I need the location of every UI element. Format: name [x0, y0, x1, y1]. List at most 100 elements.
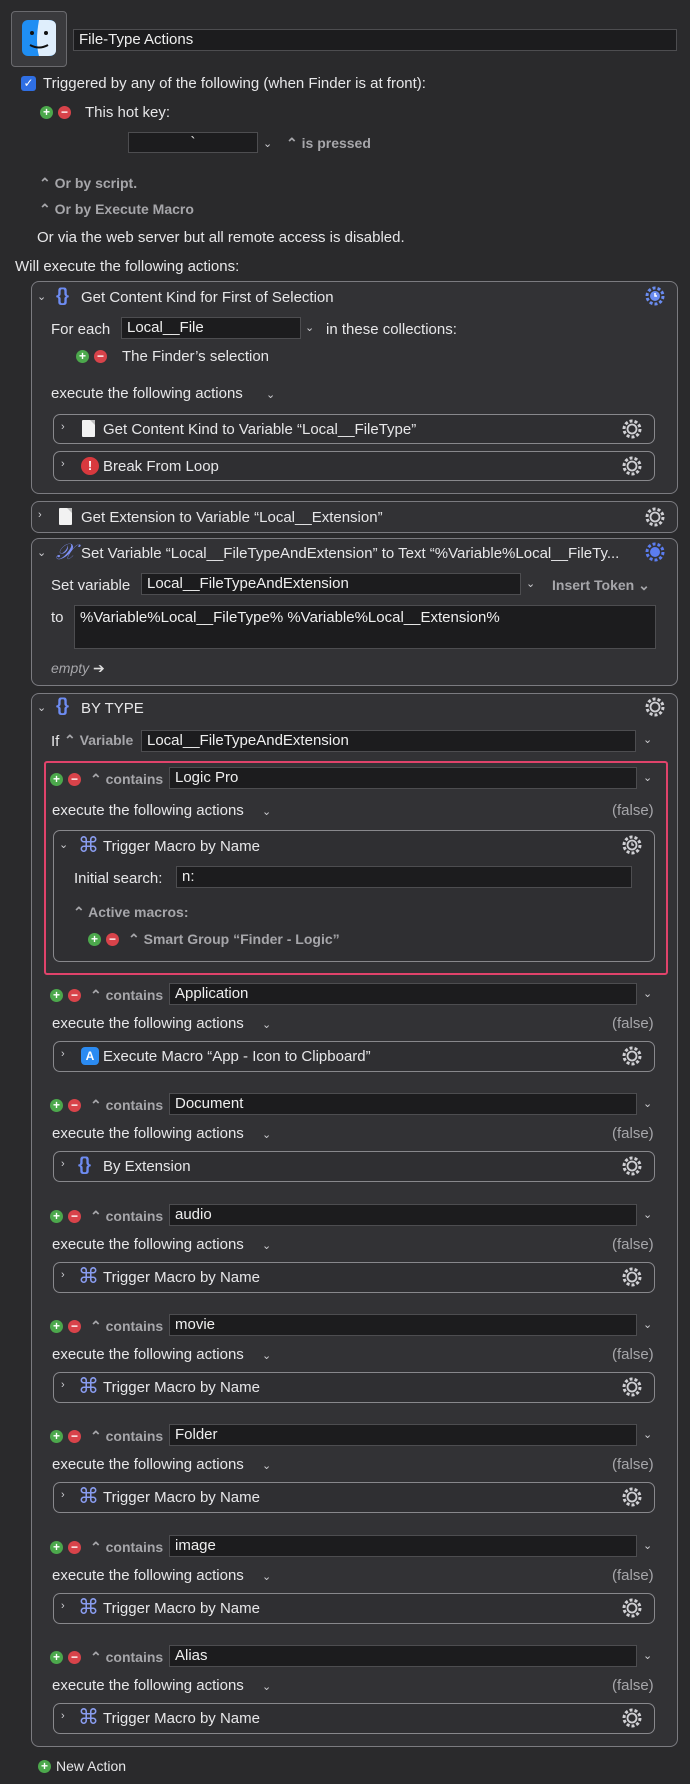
gear-icon[interactable]	[621, 1486, 643, 1508]
add-case-button[interactable]: +	[50, 1541, 63, 1554]
remove-case-button[interactable]: −	[68, 1541, 81, 1554]
set-variable-field[interactable]: Local__FileTypeAndExtension	[141, 573, 521, 595]
chevron-right-icon[interactable]: ›	[61, 1158, 65, 1170]
add-case-button[interactable]: +	[50, 1430, 63, 1443]
chevron-right-icon[interactable]: ›	[61, 458, 65, 470]
gear-icon[interactable]	[621, 1376, 643, 1398]
remove-group-button[interactable]: −	[106, 933, 119, 946]
chevron-down-icon[interactable]: ⌄	[262, 1680, 271, 1693]
foreach-variable-field[interactable]: Local__File	[121, 317, 301, 339]
case-value-field[interactable]: audio	[169, 1204, 637, 1226]
chevron-right-icon[interactable]: ›	[61, 1379, 65, 1391]
add-case-button[interactable]: +	[50, 773, 63, 786]
new-action-add-icon[interactable]: +	[38, 1760, 51, 1773]
case-value-field[interactable]: movie	[169, 1314, 637, 1336]
add-case-button[interactable]: +	[50, 1651, 63, 1664]
gear-icon[interactable]	[621, 455, 643, 477]
chevron-right-icon[interactable]: ›	[61, 1710, 65, 1722]
remove-case-button[interactable]: −	[68, 989, 81, 1002]
gear-icon[interactable]	[621, 1707, 643, 1729]
macro-name-field[interactable]: File-Type Actions	[73, 29, 677, 51]
collapse-chevron-icon[interactable]: ⌄	[59, 838, 68, 851]
collapse-chevron-icon[interactable]: ⌄	[37, 546, 46, 559]
gear-icon[interactable]	[621, 1045, 643, 1067]
remove-case-button[interactable]: −	[68, 1651, 81, 1664]
remove-collection-button[interactable]: −	[94, 350, 107, 363]
hotkey-state-popup[interactable]: ⌃ is pressed	[286, 135, 371, 152]
case-value-field[interactable]: Folder	[169, 1424, 637, 1446]
chevron-down-icon[interactable]: ⌄	[262, 1349, 271, 1362]
add-case-button[interactable]: +	[50, 989, 63, 1002]
chevron-right-icon[interactable]: ›	[61, 421, 65, 433]
gear-icon[interactable]	[621, 418, 643, 440]
add-collection-button[interactable]: +	[76, 350, 89, 363]
condition-popup[interactable]: ⌃ contains	[90, 987, 163, 1004]
chevron-down-icon[interactable]: ⌄	[643, 771, 652, 784]
initial-search-field[interactable]: n:	[176, 866, 632, 888]
condition-popup[interactable]: ⌃ contains	[90, 1649, 163, 1666]
chevron-right-icon[interactable]: ›	[61, 1600, 65, 1612]
gear-clock-icon[interactable]	[644, 285, 666, 307]
switch-variable-field[interactable]: Local__FileTypeAndExtension	[141, 730, 636, 752]
remove-case-button[interactable]: −	[68, 1099, 81, 1112]
if-type-popup[interactable]: ⌃ Variable	[64, 732, 133, 749]
set-variable-text-field[interactable]: %Variable%Local__FileType% %Variable%Loc…	[74, 605, 656, 649]
chevron-down-icon[interactable]: ⌄	[262, 1570, 271, 1583]
chevron-down-icon[interactable]: ⌄	[262, 1018, 271, 1031]
active-macros-popup[interactable]: ⌃ Active macros:	[73, 904, 189, 921]
chevron-down-icon[interactable]: ⌄	[643, 1428, 652, 1441]
chevron-down-icon[interactable]: ⌄	[643, 733, 652, 746]
condition-popup[interactable]: ⌃ contains	[90, 1208, 163, 1225]
gear-icon[interactable]	[621, 1155, 643, 1177]
add-group-button[interactable]: +	[88, 933, 101, 946]
case-value-field[interactable]: Application	[169, 983, 637, 1005]
add-case-button[interactable]: +	[50, 1099, 63, 1112]
case-value-field[interactable]: Document	[169, 1093, 637, 1115]
chevron-down-icon[interactable]: ⌄	[266, 388, 275, 401]
chevron-right-icon[interactable]: ›	[61, 1489, 65, 1501]
collapse-chevron-icon[interactable]: ⌄	[37, 701, 46, 714]
case-value-field[interactable]: Alias	[169, 1645, 637, 1667]
condition-popup[interactable]: ⌃ contains	[90, 1318, 163, 1335]
hotkey-field[interactable]: `	[128, 132, 258, 153]
gear-blue-icon[interactable]	[644, 541, 666, 563]
condition-popup[interactable]: ⌃ contains	[90, 1428, 163, 1445]
condition-popup[interactable]: ⌃ contains	[90, 1097, 163, 1114]
chevron-down-icon[interactable]: ⌄	[262, 1128, 271, 1141]
condition-popup[interactable]: ⌃ contains	[90, 771, 163, 788]
remove-trigger-button[interactable]: −	[58, 106, 71, 119]
chevron-down-icon[interactable]: ⌄	[262, 1239, 271, 1252]
add-trigger-button[interactable]: +	[40, 106, 53, 119]
chevron-right-icon[interactable]: ›	[61, 1269, 65, 1281]
chevron-down-icon[interactable]: ⌄	[643, 1097, 652, 1110]
chevron-down-icon[interactable]: ⌄	[643, 1208, 652, 1221]
gear-icon[interactable]	[621, 1266, 643, 1288]
gear-icon[interactable]	[644, 696, 666, 718]
gear-icon[interactable]	[621, 1597, 643, 1619]
collapse-chevron-icon[interactable]: ⌄	[37, 290, 46, 303]
chevron-down-icon[interactable]: ⌄	[643, 987, 652, 1000]
chevron-down-icon[interactable]: ⌄	[643, 1318, 652, 1331]
chevron-down-icon[interactable]: ⌄	[526, 577, 535, 590]
insert-token-button[interactable]: Insert Token ⌄	[552, 577, 650, 594]
smart-group-popup[interactable]: ⌃ Smart Group “Finder - Logic”	[128, 931, 340, 948]
chevron-down-icon[interactable]: ⌄	[643, 1539, 652, 1552]
gear-icon[interactable]	[644, 506, 666, 528]
triggered-checkbox[interactable]: ✓	[21, 76, 36, 91]
add-case-button[interactable]: +	[50, 1320, 63, 1333]
new-action-button[interactable]: New Action	[56, 1758, 126, 1774]
case-value-field[interactable]: image	[169, 1535, 637, 1557]
remove-case-button[interactable]: −	[68, 773, 81, 786]
add-case-button[interactable]: +	[50, 1210, 63, 1223]
case-value-field[interactable]: Logic Pro	[169, 767, 637, 789]
remove-case-button[interactable]: −	[68, 1320, 81, 1333]
chevron-down-icon[interactable]: ⌄	[262, 805, 271, 818]
remove-case-button[interactable]: −	[68, 1430, 81, 1443]
chevron-right-icon[interactable]: ›	[61, 1048, 65, 1060]
chevron-right-icon[interactable]: ›	[38, 509, 42, 521]
chevron-down-icon[interactable]: ⌄	[263, 137, 272, 150]
chevron-down-icon[interactable]: ⌄	[305, 321, 314, 334]
chevron-down-icon[interactable]: ⌄	[643, 1649, 652, 1662]
gear-clock-icon[interactable]	[621, 834, 643, 856]
remove-case-button[interactable]: −	[68, 1210, 81, 1223]
